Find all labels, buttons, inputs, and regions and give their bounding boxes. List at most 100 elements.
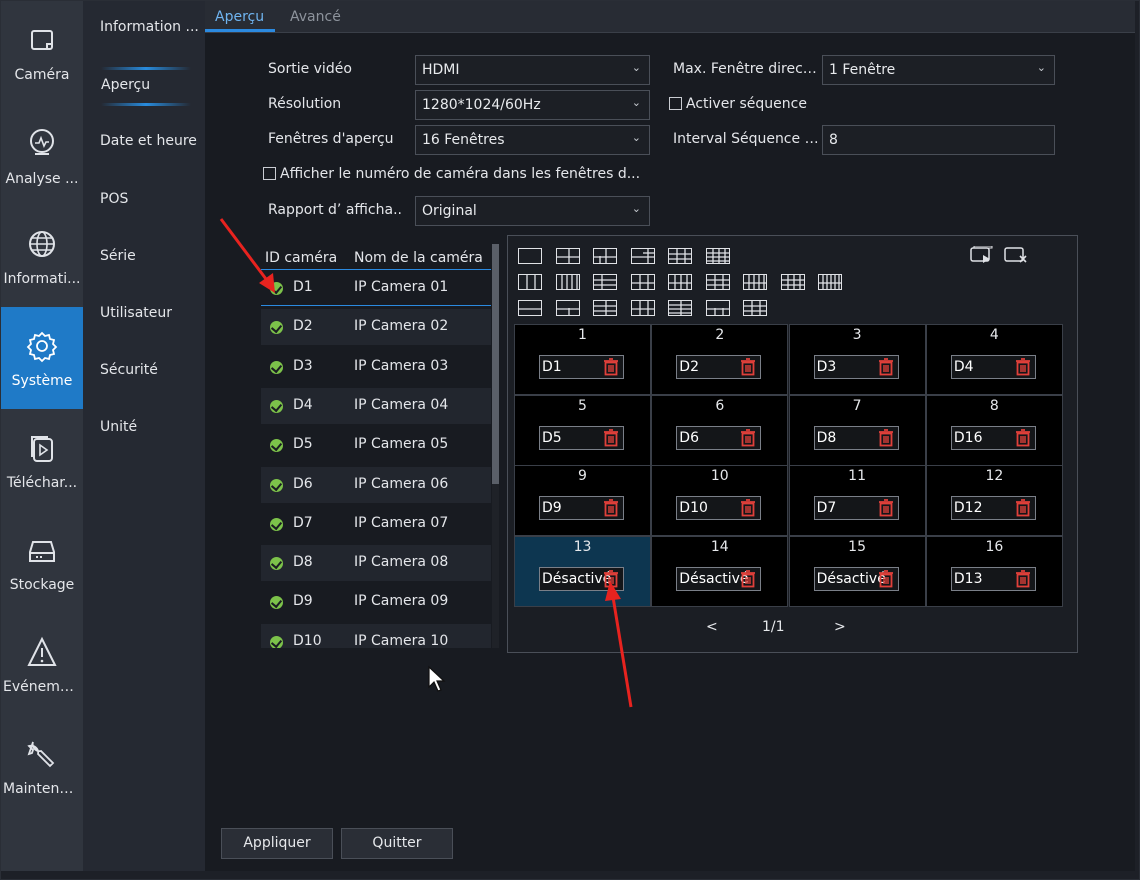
preview-window[interactable]: 5 D5 (514, 394, 651, 466)
layout-row3-1-icon[interactable] (518, 300, 542, 316)
trash-icon[interactable] (1013, 498, 1033, 518)
rail-item-events[interactable]: Evéneme... (1, 635, 83, 735)
layout-row2-5-icon[interactable] (668, 274, 692, 290)
trash-icon[interactable] (738, 428, 758, 448)
layout-row3-4-icon[interactable] (630, 300, 655, 316)
preview-window[interactable]: 10 D10 (651, 465, 789, 536)
trash-icon[interactable] (738, 357, 758, 377)
pager-prev-button[interactable]: < (706, 619, 718, 635)
trash-icon[interactable] (876, 357, 896, 377)
layout-row3-7-icon[interactable] (743, 300, 767, 316)
rail-item-storage[interactable]: Stockage (1, 533, 83, 633)
trash-icon[interactable] (876, 569, 896, 589)
camera-list-row[interactable]: D8 IP Camera 08 (261, 545, 491, 582)
clear-windows-icon[interactable] (1004, 246, 1030, 264)
quit-button[interactable]: Quitter (341, 828, 453, 859)
trash-icon[interactable] (876, 498, 896, 518)
camera-list-row[interactable]: D10 IP Camera 10 (261, 623, 491, 648)
preview-window[interactable]: 1 D1 (514, 324, 651, 395)
layout-row2-3-icon[interactable] (593, 274, 617, 290)
layout-row3-3-icon[interactable] (593, 300, 617, 316)
camera-list-row[interactable]: D1 IP Camera 01 (261, 270, 491, 306)
layout-9-icon[interactable] (668, 248, 692, 264)
rail-item-system[interactable]: Système (1, 307, 83, 409)
layout-16-icon[interactable] (705, 248, 730, 264)
preview-window[interactable]: 4 D4 (925, 324, 1063, 395)
rail-item-camera[interactable]: Caméra (1, 23, 83, 123)
preview-window[interactable]: 16 D13 (925, 535, 1063, 607)
camera-list-row[interactable]: D7 IP Camera 07 (261, 506, 491, 542)
preview-window[interactable]: 2 D2 (651, 324, 789, 395)
trash-icon[interactable] (1013, 357, 1033, 377)
apply-button[interactable]: Appliquer (221, 828, 333, 859)
preview-window[interactable]: 6 D6 (651, 394, 789, 466)
tab-avance[interactable]: Avancé (290, 9, 341, 25)
sub-item-information[interactable]: Information ... (100, 19, 200, 35)
camera-list-scrollbar[interactable] (492, 244, 499, 648)
sub-item-securite[interactable]: Sécurité (100, 362, 200, 378)
fenetres-apercu-select[interactable]: 16 Fenêtres ⌄ (415, 125, 650, 155)
sequence-checkbox[interactable] (669, 97, 682, 110)
sub-item-unite[interactable]: Unité (100, 419, 200, 435)
trash-icon[interactable] (876, 428, 896, 448)
preview-window[interactable]: 7 D8 (788, 394, 926, 466)
rail-item-download[interactable]: Téléchar... (1, 431, 83, 531)
trash-icon[interactable] (601, 498, 621, 518)
preview-window[interactable]: 12 D12 (925, 465, 1063, 536)
layout-4-icon[interactable] (555, 248, 580, 264)
layout-6-icon[interactable] (593, 248, 617, 264)
interval-sequence-input[interactable]: 8 (822, 125, 1055, 155)
preview-window[interactable]: 14 Désactivé (651, 535, 789, 607)
layout-row2-1-icon[interactable] (518, 274, 542, 290)
header-camera-id: ID caméra (265, 250, 338, 266)
layout-row2-6-icon[interactable] (705, 274, 730, 290)
layout-row3-6-icon[interactable] (705, 300, 730, 316)
preview-window[interactable]: 9 D9 (514, 465, 651, 536)
rail-item-maintenance[interactable]: Maintena... (1, 737, 83, 837)
layout-1-icon[interactable] (518, 248, 542, 264)
start-sequence-icon[interactable] (970, 246, 994, 264)
sub-item-apercu[interactable]: Aperçu (101, 77, 201, 93)
sub-item-date-heure[interactable]: Date et heure (100, 133, 200, 149)
max-fenetre-select[interactable]: 1 Fenêtre ⌄ (822, 55, 1055, 85)
sortie-video-select[interactable]: HDMI ⌄ (415, 55, 650, 85)
preview-window[interactable]: 13 Désactivé (514, 535, 651, 607)
sub-item-pos[interactable]: POS (100, 191, 200, 207)
layout-row2-7-icon[interactable] (743, 274, 767, 290)
layout-row3-2-icon[interactable] (555, 300, 580, 316)
trash-icon[interactable] (1013, 569, 1033, 589)
pager-next-button[interactable]: > (834, 619, 846, 635)
preview-window[interactable]: 15 Désactivé (788, 535, 926, 607)
trash-icon[interactable] (601, 428, 621, 448)
sub-item-serie[interactable]: Série (100, 248, 200, 264)
scrollbar-thumb[interactable] (492, 244, 499, 484)
sequence-checkbox-row[interactable]: Activer séquence (669, 96, 869, 112)
trash-icon[interactable] (601, 569, 621, 589)
layout-row2-9-icon[interactable] (818, 274, 842, 290)
trash-icon[interactable] (738, 498, 758, 518)
preview-window[interactable]: 3 D3 (788, 324, 926, 395)
camera-list-row[interactable]: D2 IP Camera 02 (261, 309, 491, 346)
camera-list-row[interactable]: D3 IP Camera 03 (261, 349, 491, 385)
sub-item-utilisateur[interactable]: Utilisateur (100, 305, 200, 321)
camera-list-row[interactable]: D6 IP Camera 06 (261, 466, 491, 503)
tab-apercu[interactable]: Aperçu (215, 9, 264, 25)
rapport-affichage-select[interactable]: Original ⌄ (415, 196, 650, 226)
layout-row2-4-icon[interactable] (630, 274, 655, 290)
trash-icon[interactable] (738, 569, 758, 589)
layout-row2-2-icon[interactable] (555, 274, 580, 290)
layout-row3-5-icon[interactable] (668, 300, 692, 316)
layout-8-icon[interactable] (630, 248, 655, 264)
resolution-select[interactable]: 1280*1024/60Hz ⌄ (415, 90, 650, 120)
rail-item-analysis[interactable]: Analyse ... (1, 125, 83, 225)
afficher-numero-row[interactable]: Afficher le numéro de caméra dans les fe… (263, 166, 653, 182)
camera-list-row[interactable]: D5 IP Camera 05 (261, 427, 491, 463)
preview-window[interactable]: 8 D16 (925, 394, 1063, 466)
camera-list-row[interactable]: D4 IP Camera 04 (261, 387, 491, 424)
trash-icon[interactable] (1013, 428, 1033, 448)
preview-window[interactable]: 11 D7 (788, 465, 926, 536)
afficher-numero-checkbox[interactable] (263, 167, 276, 180)
trash-icon[interactable] (601, 357, 621, 377)
camera-list-row[interactable]: D9 IP Camera 09 (261, 584, 491, 620)
layout-row2-8-icon[interactable] (780, 274, 805, 290)
